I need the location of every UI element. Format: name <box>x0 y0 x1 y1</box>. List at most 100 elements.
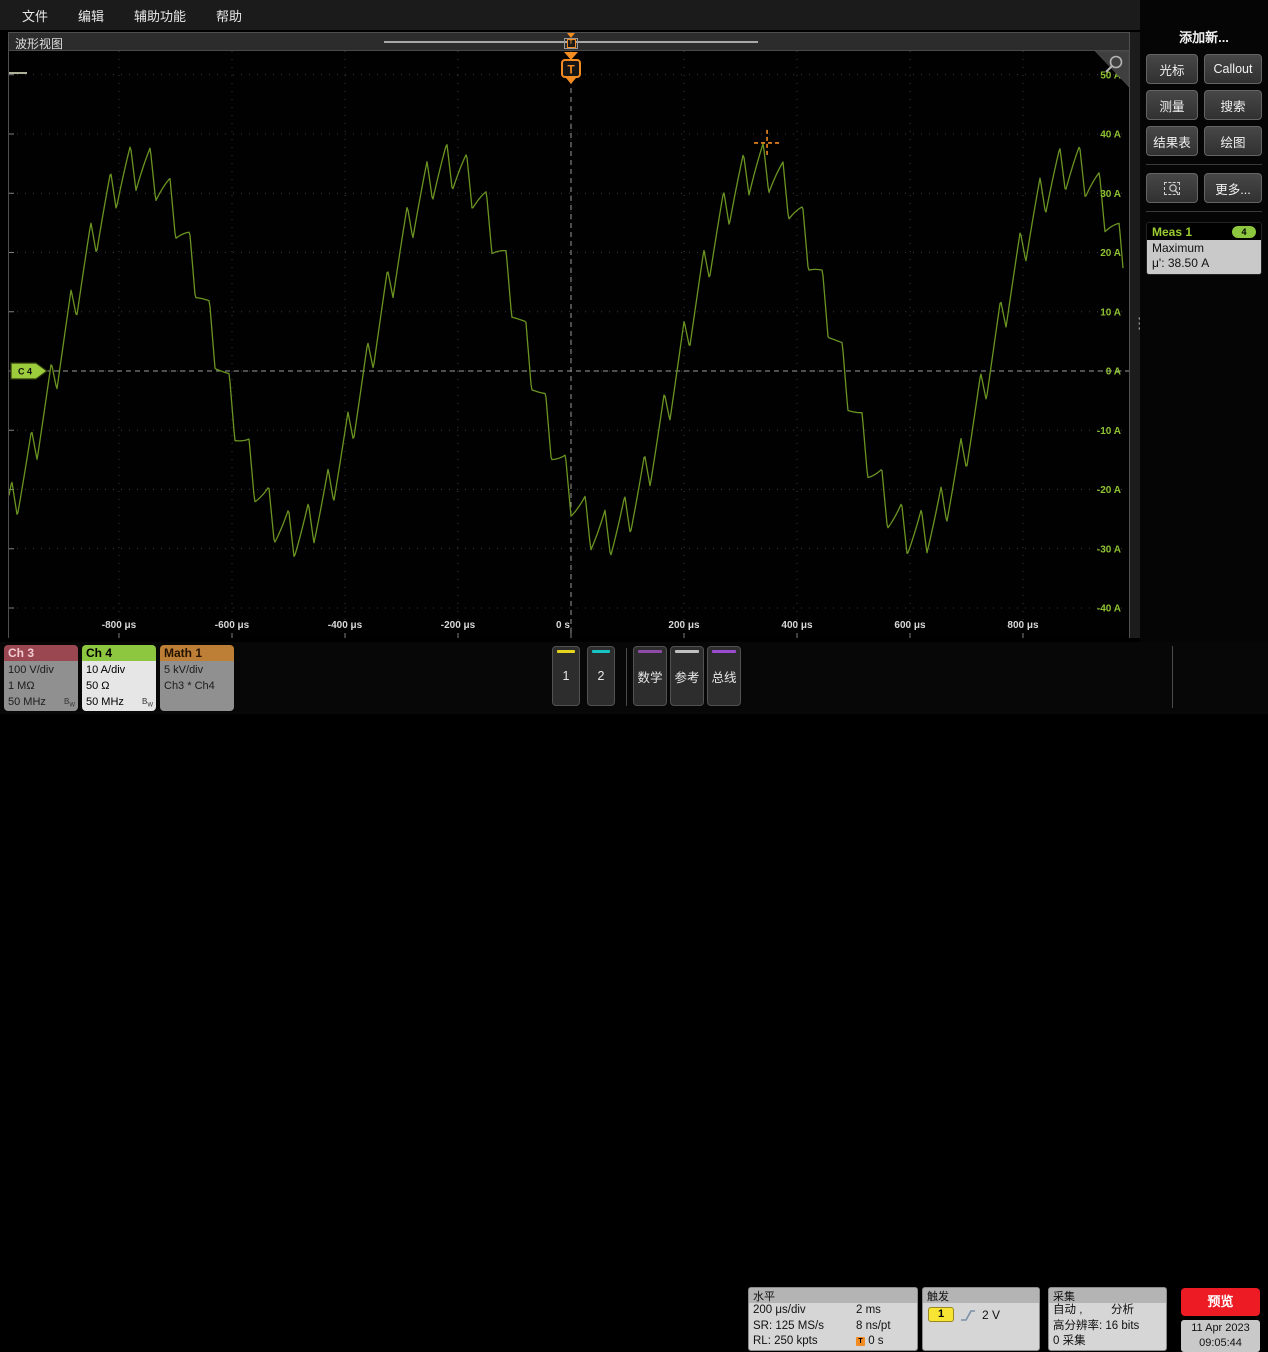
menu-utility[interactable]: 辅助功能 <box>134 6 186 25</box>
add-plot-button[interactable]: 绘图 <box>1204 126 1262 156</box>
acquisition-mode: 自动 , <box>1053 1304 1082 1316</box>
ch1-color-stripe <box>557 650 575 653</box>
acquisition-title: 采集 <box>1049 1288 1166 1303</box>
meas1-name: Meas 1 <box>1152 225 1232 239</box>
ch3-termination: 1 MΩ <box>8 678 78 694</box>
trigger-flag-label: T <box>567 63 575 77</box>
acquisition-count: 0 采集 <box>1053 1335 1086 1347</box>
x-axis-label: -800 μs <box>102 620 137 631</box>
bottombar-divider <box>1172 646 1173 708</box>
math1-name: Math 1 <box>160 645 234 661</box>
add-more-button[interactable]: 更多... <box>1204 173 1262 203</box>
y-axis-label: -10 A <box>1097 426 1121 437</box>
y-axis-label: -40 A <box>1097 604 1121 615</box>
ch2-color-stripe <box>592 650 610 653</box>
menu-file[interactable]: 文件 <box>22 6 48 25</box>
trigger-level: 2 V <box>982 1308 1000 1322</box>
zoom-corner-button[interactable] <box>1095 51 1129 87</box>
x-axis-label: 600 μs <box>894 620 926 631</box>
math1-expression: Ch3 * Ch4 <box>164 678 234 694</box>
acquisition-resolution: 高分辨率: 16 bits <box>1053 1320 1139 1332</box>
splitter-rail <box>1130 32 1140 638</box>
channel-badge-ch3[interactable]: Ch 3 100 V/div 1 MΩ 50 MHzBW <box>4 645 78 711</box>
add-callout-button[interactable]: Callout <box>1204 54 1262 84</box>
acquisition-analyze: 分析 <box>1111 1303 1134 1319</box>
horizontal-position-marker[interactable]: T <box>563 33 579 50</box>
x-axis-label: 400 μs <box>781 620 813 631</box>
record-length: RL: 250 kpts <box>753 1335 818 1347</box>
add-new-label: 添加新... <box>1140 27 1268 46</box>
datetime-badge[interactable]: 11 Apr 2023 09:05:44 <box>1181 1320 1260 1352</box>
y-axis-label: 30 A <box>1100 189 1121 200</box>
add-cursor-button[interactable]: 光标 <box>1146 54 1198 84</box>
sample-interval: 8 ns/pt <box>856 1319 891 1335</box>
trigger-delay: T 0 s <box>856 1334 884 1350</box>
meas1-source-pill: 4 <box>1232 226 1256 238</box>
waveform-view-window: 波形视图 T -800 μs -600 μs -400 μs -200 μs 0 s 20… <box>8 32 1130 638</box>
menu-edit[interactable]: 编辑 <box>78 6 104 25</box>
trigger-t-icon: T <box>856 1337 865 1346</box>
channel-badge-math1[interactable]: Math 1 5 kV/div Ch3 * Ch4 <box>160 645 234 711</box>
meas1-value: μ': 38.50 A <box>1152 256 1256 271</box>
horizontal-window: 2 ms <box>856 1303 881 1319</box>
sample-rate: SR: 125 MS/s <box>753 1320 824 1332</box>
math1-scale: 5 kV/div <box>164 662 234 678</box>
ch4-waveform-trace <box>9 144 1123 557</box>
trigger-title: 触发 <box>923 1288 1039 1303</box>
x-axis-label: -600 μs <box>215 620 250 631</box>
y-axis-label: 40 A <box>1100 130 1121 141</box>
sidebar-separator <box>1146 211 1262 212</box>
date-label: 11 Apr 2023 <box>1181 1321 1260 1336</box>
add-bus-button[interactable]: 总线 <box>707 646 741 706</box>
settings-bar: Ch 3 100 V/div 1 MΩ 50 MHzBW Ch 4 10 A/d… <box>0 642 1268 714</box>
time-label: 09:05:44 <box>1181 1336 1260 1351</box>
waveform-plot: -800 μs -600 μs -400 μs -200 μs 0 s 200 μs 400… <box>9 51 1129 638</box>
trigger-arrow-icon[interactable] <box>564 52 578 60</box>
waveform-view-title[interactable]: 波形视图 <box>15 35 63 52</box>
rising-edge-icon <box>960 1308 976 1322</box>
add-channel-2-button[interactable]: 2 <box>587 646 615 706</box>
waveform-view-tabbar: 波形视图 T <box>9 33 1129 51</box>
sidebar-separator <box>1146 164 1262 165</box>
ch4-bandwidth: 50 MHzBW <box>86 694 156 710</box>
zoom-overview-button[interactable] <box>1146 173 1198 203</box>
trigger-position-bracket-icon: T <box>564 38 578 49</box>
menu-help[interactable]: 帮助 <box>216 6 242 25</box>
add-reference-button[interactable]: 参考 <box>670 646 704 706</box>
bandwidth-limit-icon: BW <box>142 694 153 711</box>
zoom-overview-icon <box>1164 182 1180 195</box>
ch3-scale: 100 V/div <box>8 662 78 678</box>
horizontal-badge[interactable]: 水平 200 μs/div 2 ms SR: 125 MS/s 8 ns/pt RL… <box>748 1287 918 1351</box>
graticule-area: -800 μs -600 μs -400 μs -200 μs 0 s 200 μs 400… <box>9 51 1129 638</box>
y-axis-label: 10 A <box>1100 307 1121 318</box>
add-channel-1-button[interactable]: 1 <box>552 646 580 706</box>
acquisition-badge[interactable]: 采集 自动 , 分析 高分辨率: 16 bits 0 采集 <box>1048 1287 1167 1351</box>
preview-button[interactable]: 预览 <box>1181 1288 1260 1316</box>
trigger-t-icon: T <box>567 39 576 48</box>
bandwidth-limit-icon: BW <box>64 694 75 711</box>
channel-badge-ch4[interactable]: Ch 4 10 A/div 50 Ω 50 MHzBW <box>82 645 156 711</box>
add-search-button[interactable]: 搜索 <box>1204 90 1262 120</box>
x-axis-label: 200 μs <box>668 620 700 631</box>
ch4-level-marker-label: C 4 <box>18 367 32 377</box>
horizontal-title: 水平 <box>749 1288 917 1303</box>
add-results-table-button[interactable]: 结果表 <box>1146 126 1198 156</box>
ch4-name: Ch 4 <box>82 645 156 661</box>
y-axis-label: 0 A <box>1106 367 1121 378</box>
ch4-scale: 10 A/div <box>86 662 156 678</box>
ch3-bandwidth: 50 MHzBW <box>8 694 78 710</box>
trigger-badge[interactable]: 触发 1 2 V <box>922 1287 1040 1351</box>
x-axis-label: -200 μs <box>441 620 476 631</box>
y-axis-label: 20 A <box>1100 248 1121 259</box>
meas1-result-badge[interactable]: Meas 1 4 Maximum μ': 38.50 A <box>1146 222 1262 275</box>
ref-color-stripe <box>675 650 699 653</box>
meas1-type: Maximum <box>1152 241 1256 256</box>
ch3-name: Ch 3 <box>4 645 78 661</box>
add-measure-button[interactable]: 测量 <box>1146 90 1198 120</box>
horizontal-scale: 200 μs/div <box>753 1304 806 1316</box>
add-math-button[interactable]: 数学 <box>633 646 667 706</box>
x-axis-label: 0 s <box>556 620 570 631</box>
math-color-stripe <box>638 650 662 653</box>
x-axis-label: -400 μs <box>328 620 363 631</box>
y-axis-label: -20 A <box>1097 485 1121 496</box>
